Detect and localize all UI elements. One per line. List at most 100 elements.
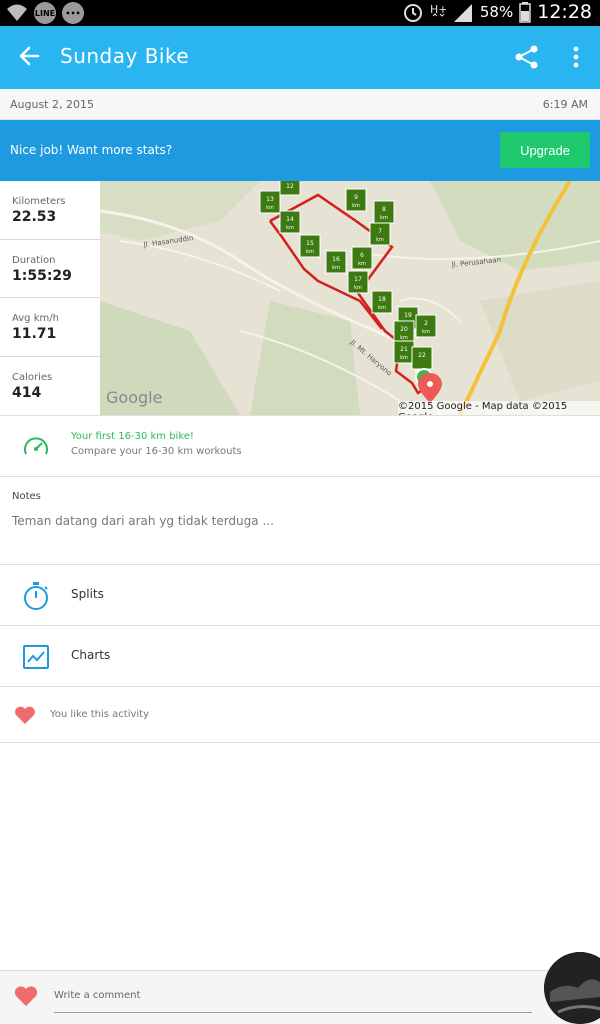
- charts-label: Charts: [71, 648, 111, 662]
- stopwatch-icon: [24, 582, 48, 610]
- km-marker[interactable]: 22: [411, 346, 433, 370]
- svg-text:km: km: [400, 355, 408, 361]
- page-title: Sunday Bike: [60, 44, 190, 68]
- heart-icon[interactable]: [14, 705, 36, 725]
- clock: 12:28: [537, 1, 592, 23]
- stat-label: Calories: [12, 371, 53, 383]
- arrow-left-icon[interactable]: [16, 42, 44, 70]
- upgrade-banner: Nice job! Want more stats? Upgrade: [0, 120, 600, 181]
- heart-icon[interactable]: [14, 985, 38, 1007]
- svg-text:15: 15: [306, 240, 314, 247]
- km-marker[interactable]: 16 km: [325, 250, 347, 274]
- achievement-subtitle: Compare your 16-30 km workouts: [71, 446, 242, 457]
- line-app-icon: LINE: [34, 2, 56, 24]
- date-row: August 2, 2015 6:19 AM: [0, 89, 600, 120]
- banner-text: Nice job! Want more stats?: [10, 143, 173, 157]
- svg-text:6: 6: [360, 252, 364, 259]
- splits-label: Splits: [71, 587, 104, 601]
- activity-date: August 2, 2015: [10, 98, 94, 111]
- stat-avg-speed: Avg km/h 11.71: [0, 298, 100, 357]
- stat-kilometers: Kilometers 22.53: [0, 181, 100, 240]
- battery-percent: 58%: [479, 3, 514, 21]
- km-marker[interactable]: 9 km: [345, 188, 367, 212]
- svg-text:km: km: [380, 215, 388, 221]
- km-marker[interactable]: 14 km: [279, 210, 301, 234]
- svg-text:km: km: [266, 205, 274, 211]
- map-copyright: ©2015 Google - Map data ©2015 Google: [398, 401, 600, 415]
- svg-text:km: km: [358, 261, 366, 267]
- svg-text:18: 18: [378, 296, 386, 303]
- stat-value: 22.53: [12, 209, 57, 225]
- svg-text:km: km: [376, 237, 384, 243]
- svg-text:km: km: [352, 203, 360, 209]
- activity-time: 6:19 AM: [542, 98, 588, 111]
- svg-text:km: km: [354, 285, 362, 291]
- like-text: You like this activity: [50, 709, 150, 720]
- alarm-icon: [403, 4, 422, 22]
- svg-text:17: 17: [354, 276, 362, 283]
- notes-section[interactable]: Notes Teman datang dari arah yg tidak te…: [0, 477, 600, 565]
- svg-text:20: 20: [400, 326, 408, 333]
- notification-app-icon: •••: [62, 2, 84, 24]
- svg-text:16: 16: [332, 256, 340, 263]
- app-bar: Sunday Bike: [0, 26, 600, 89]
- svg-text:7: 7: [378, 228, 382, 235]
- km-marker[interactable]: 12: [279, 181, 301, 196]
- km-marker[interactable]: 13 km: [259, 190, 281, 214]
- splits-row[interactable]: Splits: [0, 565, 600, 626]
- google-logo: Google: [106, 388, 163, 407]
- svg-text:13: 13: [266, 196, 274, 203]
- km-marker[interactable]: 21 km: [393, 340, 415, 364]
- map-canvas: Jl. Hasanuddin Jl. Perusahaan Jl. Mt. Ha…: [100, 181, 600, 415]
- achievement-row[interactable]: Your first 16-30 km bike! Compare your 1…: [0, 415, 600, 477]
- achievement-title: Your first 16-30 km bike!: [71, 431, 194, 442]
- km-marker[interactable]: 20 km: [393, 320, 415, 344]
- chart-icon: [23, 645, 49, 669]
- svg-text:km: km: [400, 335, 408, 341]
- svg-text:12: 12: [286, 183, 294, 190]
- km-marker[interactable]: 6 km: [351, 246, 373, 270]
- svg-text:km: km: [286, 225, 294, 231]
- km-marker[interactable]: 8 km: [373, 200, 395, 224]
- stat-label: Duration: [12, 254, 56, 266]
- comment-bar: [0, 970, 600, 1024]
- svg-text:8: 8: [382, 206, 386, 213]
- more-vert-icon[interactable]: [566, 44, 586, 70]
- stats-panel: Kilometers 22.53 Duration 1:55:29 Avg km…: [0, 181, 100, 415]
- svg-text:km: km: [332, 265, 340, 271]
- signal-icon: [453, 4, 472, 22]
- svg-text:22: 22: [418, 352, 426, 359]
- km-marker[interactable]: 15 km: [299, 234, 321, 258]
- stat-calories: Calories 414: [0, 357, 100, 416]
- svg-text:km: km: [378, 305, 386, 311]
- comment-input[interactable]: [54, 979, 532, 1013]
- line-app-label: LINE: [34, 8, 56, 18]
- stat-label: Avg km/h: [12, 313, 59, 324]
- svg-text:km: km: [306, 249, 314, 255]
- svg-text:14: 14: [286, 216, 294, 223]
- wifi-icon: [7, 4, 27, 21]
- upgrade-button[interactable]: Upgrade: [500, 132, 590, 168]
- km-marker[interactable]: 2 km: [415, 314, 437, 338]
- stat-value: 1:55:29: [12, 267, 72, 284]
- km-marker[interactable]: 7 km: [369, 222, 391, 246]
- stat-duration: Duration 1:55:29: [0, 240, 100, 298]
- share-icon[interactable]: [514, 44, 540, 70]
- like-row[interactable]: You like this activity: [0, 687, 600, 743]
- svg-text:19: 19: [404, 312, 412, 319]
- status-bar: LINE ••• H+ 58% 12:28: [0, 0, 600, 26]
- stat-value: 11.71: [12, 326, 57, 342]
- charts-row[interactable]: Charts: [0, 626, 600, 687]
- svg-text:2: 2: [424, 320, 428, 327]
- stat-label: Kilometers: [12, 196, 66, 207]
- battery-icon: [519, 2, 531, 23]
- route-map[interactable]: Jl. Hasanuddin Jl. Perusahaan Jl. Mt. Ha…: [100, 181, 600, 415]
- svg-text:km: km: [422, 329, 430, 335]
- svg-text:9: 9: [354, 194, 358, 201]
- km-marker[interactable]: 17 km: [347, 270, 369, 294]
- km-marker[interactable]: 18 km: [371, 290, 393, 314]
- end-pin-icon[interactable]: [418, 373, 442, 403]
- speedometer-icon: [24, 437, 48, 455]
- svg-text:21: 21: [400, 346, 408, 353]
- notes-text: Teman datang dari arah yg tidak terduga …: [12, 514, 274, 528]
